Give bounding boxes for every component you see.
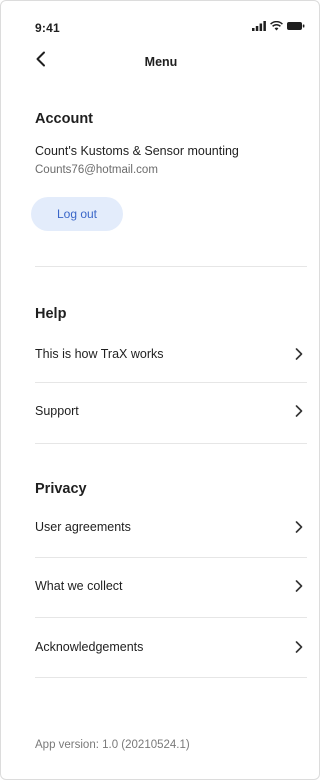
privacy-item-user-agreements[interactable]: User agreements bbox=[35, 505, 307, 549]
divider bbox=[35, 617, 307, 618]
divider bbox=[35, 382, 307, 383]
chevron-right-icon bbox=[291, 346, 307, 362]
row-label: This is how TraX works bbox=[35, 347, 164, 361]
divider bbox=[35, 443, 307, 444]
page-title: Menu bbox=[144, 55, 178, 69]
row-label: Acknowledgements bbox=[35, 640, 144, 654]
row-label: User agreements bbox=[35, 520, 131, 534]
account-heading: Account bbox=[35, 111, 93, 127]
row-label: What we collect bbox=[35, 579, 123, 593]
battery-icon bbox=[287, 18, 305, 36]
help-item-how-trax-works[interactable]: This is how TraX works bbox=[35, 332, 307, 376]
status-icons bbox=[252, 18, 305, 36]
divider bbox=[35, 266, 307, 267]
signal-icon bbox=[252, 18, 266, 36]
wifi-icon bbox=[270, 18, 283, 36]
app-version: App version: 1.0 (20210524.1) bbox=[35, 739, 190, 751]
divider bbox=[35, 677, 307, 678]
nav-bar: Menu bbox=[1, 47, 320, 77]
chevron-right-icon bbox=[291, 639, 307, 655]
privacy-item-acknowledgements[interactable]: Acknowledgements bbox=[35, 625, 307, 669]
chevron-right-icon bbox=[291, 403, 307, 419]
status-time: 9:41 bbox=[35, 21, 60, 35]
help-item-support[interactable]: Support bbox=[35, 389, 307, 433]
privacy-item-what-we-collect[interactable]: What we collect bbox=[35, 564, 307, 608]
privacy-heading: Privacy bbox=[35, 481, 87, 497]
phone-frame: 9:41 Menu Account Count's Kustoms & Sens… bbox=[0, 0, 320, 780]
logout-button[interactable]: Log out bbox=[31, 197, 123, 231]
account-email: Counts76@hotmail.com bbox=[35, 164, 158, 176]
divider bbox=[35, 557, 307, 558]
row-label: Support bbox=[35, 404, 79, 418]
chevron-right-icon bbox=[291, 578, 307, 594]
chevron-right-icon bbox=[291, 519, 307, 535]
account-name: Count's Kustoms & Sensor mounting bbox=[35, 144, 239, 158]
help-heading: Help bbox=[35, 306, 67, 322]
status-bar: 9:41 bbox=[1, 1, 320, 41]
